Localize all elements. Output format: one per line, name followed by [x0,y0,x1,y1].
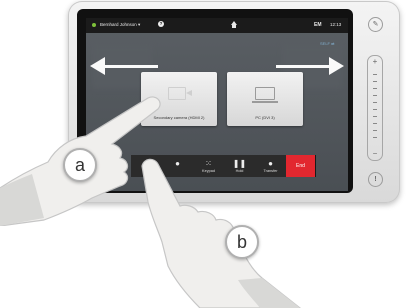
status-dot-icon [92,23,96,27]
user-menu[interactable]: Bernhard Johnson ▾ [100,22,140,28]
volume-slider[interactable]: + − [367,55,383,161]
help-icon[interactable]: ? [158,21,164,27]
source-tile-label: PC (DVI 3) [255,115,275,120]
volume-up-icon[interactable]: + [368,58,382,66]
alert-icon[interactable]: ! [368,172,383,187]
swipe-left-arrow-icon [90,57,158,75]
marker-b: b [225,225,259,259]
screen-indicator: EM [314,22,322,28]
swipe-right-arrow-icon [276,57,344,75]
marker-a: a [63,148,97,182]
home-icon[interactable] [231,21,237,28]
clock: 12:13 [330,22,342,27]
mute-microphone-icon[interactable]: ✎ [368,17,383,32]
volume-down-icon[interactable]: − [368,150,382,158]
top-status-bar: Bernhard Johnson ▾ ? EM 12:13 [86,18,348,33]
source-tile-pc[interactable]: PC (DVI 3) [227,72,303,126]
